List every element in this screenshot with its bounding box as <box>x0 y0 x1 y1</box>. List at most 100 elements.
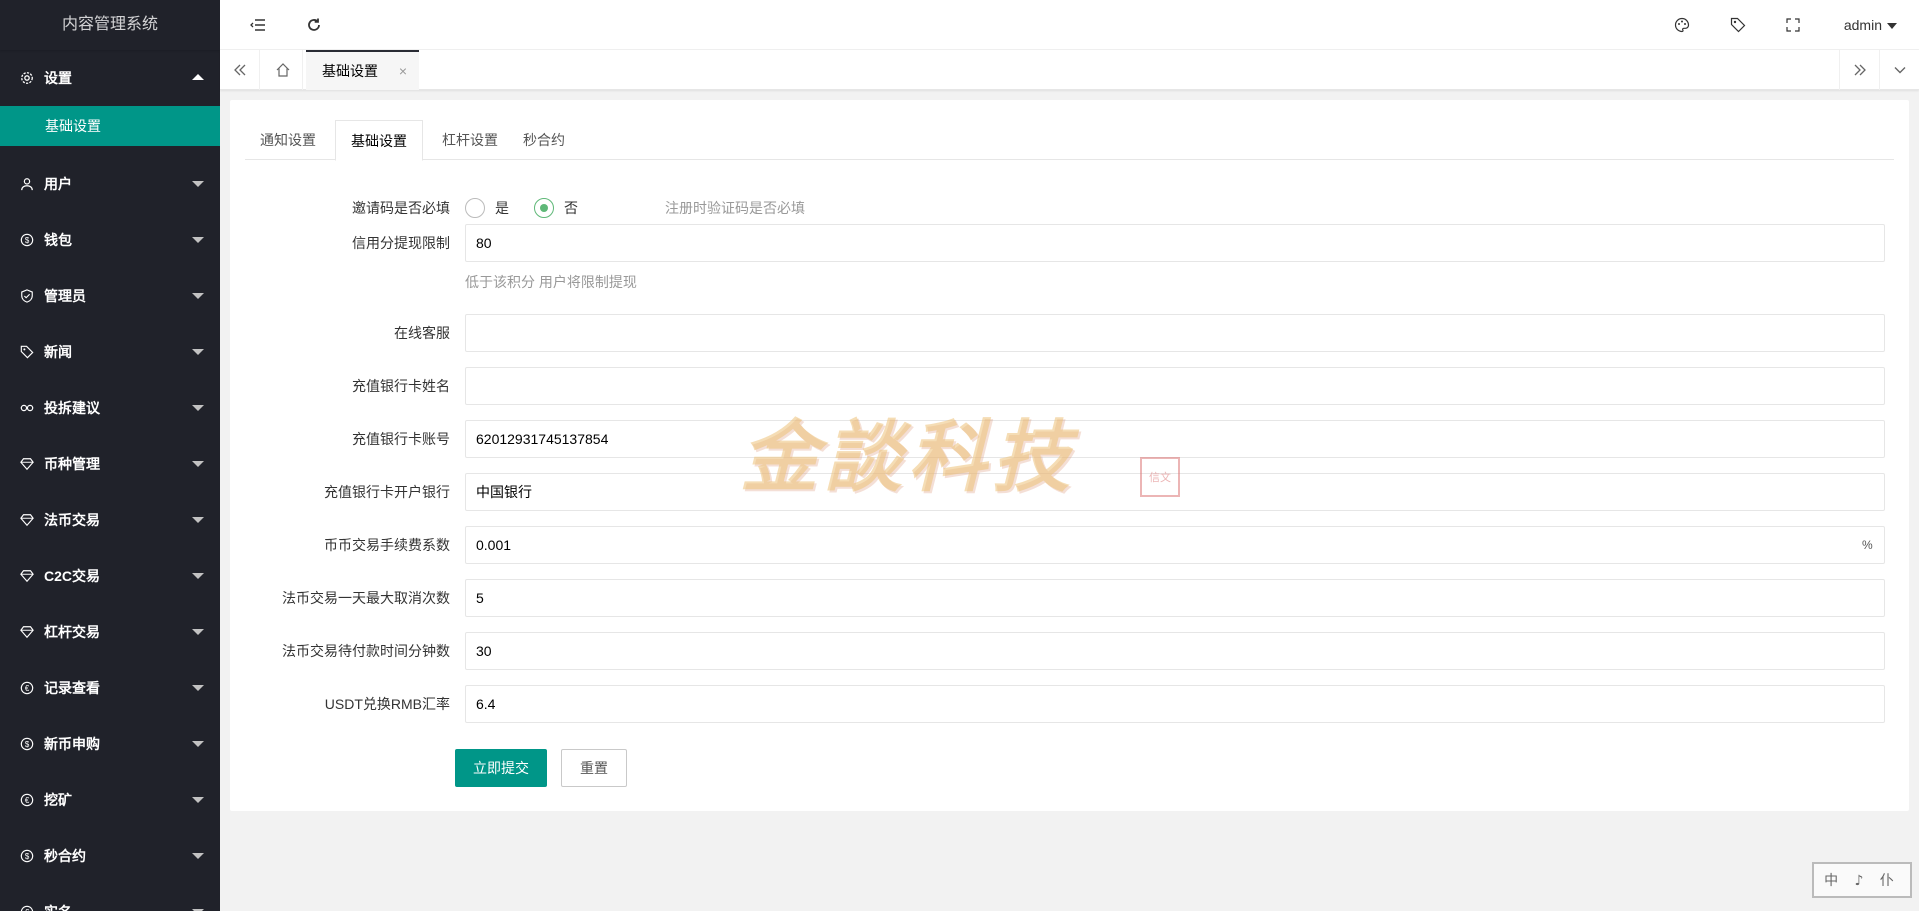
percent-suffix: % <box>1862 538 1873 552</box>
field-label: 信用分提现限制 <box>352 235 450 251</box>
caret-down-icon <box>192 573 204 579</box>
radio-label: 否 <box>564 200 578 216</box>
dollar-icon: $ <box>20 233 34 247</box>
sidebar-item-feedback[interactable]: 投拆建议 <box>0 380 220 436</box>
sidebar-item-new-coin[interactable]: $ 新币申购 <box>0 716 220 772</box>
caret-up-icon <box>192 74 204 80</box>
menu-collapse-icon[interactable] <box>238 0 278 50</box>
form-row-usdt-rmb: USDT兑换RMB汇率 6.4 <box>230 685 1909 723</box>
home-icon[interactable] <box>263 50 303 90</box>
radio-no[interactable]: 否 <box>534 198 578 218</box>
svg-text:$: $ <box>25 740 30 749</box>
dollar-icon: $ <box>20 737 34 751</box>
caret-down-icon <box>1887 23 1897 30</box>
sidebar-item-label: 法币交易 <box>44 512 100 528</box>
tag-icon <box>20 345 34 359</box>
sidebar-item-news[interactable]: 新闻 <box>0 324 220 380</box>
caret-down-icon <box>192 797 204 803</box>
fee-rate-input[interactable]: 0.001 <box>465 526 1885 564</box>
watermark: 金談科技 信文 <box>740 395 1180 515</box>
caret-down-icon <box>192 349 204 355</box>
tab-notification-settings[interactable]: 通知设置 <box>245 120 331 161</box>
tag-icon[interactable] <box>1718 0 1758 50</box>
sidebar-item-admin[interactable]: 管理员 <box>0 268 220 324</box>
tabs-scroll-left-icon[interactable] <box>220 50 260 90</box>
sidebar-item-records[interactable]: € 记录查看 <box>0 660 220 716</box>
sidebar-item-label: 钱包 <box>44 232 72 248</box>
svg-text:€: € <box>25 684 30 693</box>
field-label: 邀请码是否必填 <box>352 200 450 216</box>
sidebar-item-coin-manage[interactable]: 币种管理 <box>0 436 220 492</box>
credit-limit-input[interactable]: 80 <box>465 224 1885 262</box>
online-service-input[interactable] <box>465 314 1885 352</box>
palette-icon[interactable] <box>1662 0 1702 50</box>
caret-down-icon <box>192 853 204 859</box>
page-tabs-bar: 基础设置 × <box>220 50 1919 90</box>
fullscreen-icon[interactable] <box>1773 0 1813 50</box>
sidebar-item-label: 新闻 <box>44 344 72 360</box>
sidebar-item-label: 新币申购 <box>44 736 100 752</box>
tab-second-contract[interactable]: 秒合约 <box>508 120 580 161</box>
tab-label: 基础设置 <box>322 63 378 79</box>
sidebar-item-label: 投拆建议 <box>44 400 100 416</box>
caret-down-icon <box>192 405 204 411</box>
usdt-rmb-input[interactable]: 6.4 <box>465 685 1885 723</box>
field-label: 币币交易手续费系数 <box>324 537 450 553</box>
sidebar-item-fiat-trade[interactable]: 法币交易 <box>0 492 220 548</box>
sidebar-item-leverage-trade[interactable]: 杠杆交易 <box>0 604 220 660</box>
sidebar-item-settings[interactable]: 设置 <box>0 50 220 106</box>
chevron-down-icon[interactable] <box>1879 50 1919 90</box>
svg-text:$: $ <box>25 236 30 245</box>
radio-yes[interactable]: 是 <box>465 198 509 218</box>
sidebar-item-label: 币种管理 <box>44 456 100 472</box>
sidebar-subitem-basic-settings[interactable]: 基础设置 <box>0 106 220 146</box>
watermark-seal: 信文 <box>1140 457 1180 497</box>
app-title: 内容管理系统 <box>0 0 220 50</box>
max-cancel-input[interactable]: 5 <box>465 579 1885 617</box>
field-label: 充值银行卡账号 <box>352 431 450 447</box>
sidebar-item-second-contract[interactable]: $ 秒合约 <box>0 828 220 884</box>
caret-down-icon <box>192 685 204 691</box>
submit-button[interactable]: 立即提交 <box>455 749 547 787</box>
sidebar-item-label: C2C交易 <box>44 568 101 584</box>
tab-basic-settings-form[interactable]: 基础设置 <box>335 120 423 161</box>
dollar-icon: $ <box>20 849 34 863</box>
caret-down-icon <box>192 293 204 299</box>
tab-leverage-settings[interactable]: 杠杆设置 <box>427 120 513 161</box>
sidebar-item-c2c-trade[interactable]: C2C交易 <box>0 548 220 604</box>
sidebar-item-users[interactable]: 用户 <box>0 156 220 212</box>
field-label: 在线客服 <box>394 325 450 341</box>
corner-stamp: 中 ♪ 仆 <box>1812 862 1912 898</box>
form-row-invite-required: 邀请码是否必填 是 否 注册时验证码是否必填 <box>230 189 1909 227</box>
close-icon[interactable]: × <box>399 63 407 79</box>
sidebar-item-wallet[interactable]: $ 钱包 <box>0 212 220 268</box>
sidebar-item-mining[interactable]: € 挖矿 <box>0 772 220 828</box>
tabs-scroll-right-icon[interactable] <box>1839 50 1879 90</box>
diamond-icon <box>20 513 34 527</box>
form-row-credit-limit: 信用分提现限制 80 <box>230 224 1909 262</box>
credit-limit-hint: 低于该积分 用户将限制提现 <box>465 274 637 290</box>
diamond-icon <box>20 625 34 639</box>
watermark-text: 金談科技 <box>740 412 1077 503</box>
diamond-icon <box>20 569 34 583</box>
field-label: 充值银行卡姓名 <box>352 378 450 394</box>
svg-text:$: $ <box>25 852 30 861</box>
form-row-online-service: 在线客服 <box>230 314 1909 352</box>
form-row-fee-rate: 币币交易手续费系数 0.001 % <box>230 526 1909 564</box>
user-menu[interactable]: admin <box>1844 0 1897 50</box>
caret-down-icon <box>192 237 204 243</box>
sidebar-item-label: 管理员 <box>44 288 86 304</box>
caret-down-icon <box>192 741 204 747</box>
field-label: USDT兑换RMB汇率 <box>324 696 450 712</box>
radio-circle <box>465 198 485 218</box>
caret-down-icon <box>192 517 204 523</box>
shield-icon <box>20 289 34 303</box>
tab-basic-settings[interactable]: 基础设置 × <box>306 50 419 90</box>
field-aux-text: 注册时验证码是否必填 <box>665 200 805 216</box>
username: admin <box>1843 17 1882 33</box>
reset-button[interactable]: 重置 <box>561 749 627 787</box>
sidebar-item-realname[interactable]: € 实名 <box>0 884 220 911</box>
pay-wait-input[interactable]: 30 <box>465 632 1885 670</box>
refresh-icon[interactable] <box>294 0 334 50</box>
sidebar-item-label: 记录查看 <box>44 680 100 696</box>
